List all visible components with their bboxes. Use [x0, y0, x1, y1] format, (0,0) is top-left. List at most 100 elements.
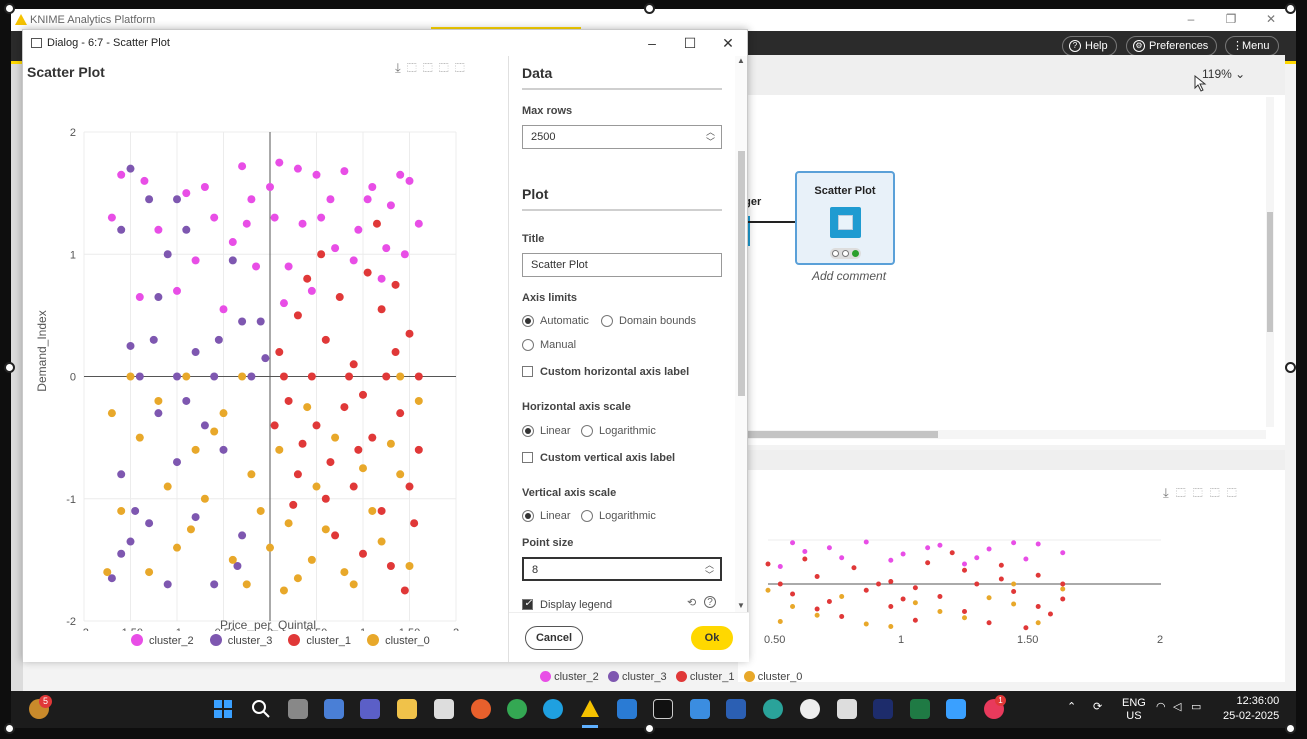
v-log-radio[interactable]: Logarithmic [581, 510, 656, 522]
task-view-icon[interactable] [288, 699, 308, 719]
axis-automatic-radio[interactable]: Automatic [522, 315, 589, 327]
lang-primary: ENG [1122, 697, 1146, 709]
maximize-dialog-icon[interactable]: ☐ [671, 30, 709, 56]
legend-item[interactable]: cluster_3 [209, 634, 272, 647]
scatter-plot-node[interactable]: Scatter Plot [795, 171, 895, 265]
canvas-horizontal-scrollbar[interactable] [738, 430, 1266, 439]
x-tick-label: 1 [360, 627, 366, 631]
clock[interactable]: 12:36:00 25-02-2025 [1223, 694, 1279, 724]
canvas-vertical-scrollbar[interactable] [1266, 97, 1274, 427]
ok-button[interactable]: Ok [691, 626, 733, 650]
preview-point [863, 621, 869, 627]
preview-point [888, 604, 894, 609]
scroll-up-icon[interactable]: ▲ [737, 56, 745, 65]
chevron-up-icon[interactable]: ⌃ [1067, 700, 1076, 713]
chrome-icon[interactable] [507, 699, 527, 719]
crop-handle[interactable] [4, 3, 15, 14]
crop-handle[interactable] [1285, 3, 1296, 14]
scatter-point [382, 244, 391, 253]
legend-item[interactable]: cluster_1 [288, 634, 351, 647]
scatter-chart[interactable]: -2-1.50-1-0.5000.5011.502210-1-2 Price_p… [23, 56, 508, 631]
info-icon[interactable]: ? [704, 596, 716, 608]
sync-icon[interactable]: ⟳ [1093, 700, 1102, 713]
view-toolbar-icons[interactable]: ⤓⬚⬚⬚⬚ [1163, 485, 1244, 501]
language-indicator[interactable]: ENG US [1122, 697, 1146, 723]
status-light-green [852, 250, 859, 257]
reset-icon[interactable]: ⟲ [687, 596, 696, 609]
scatter-point [154, 409, 163, 418]
close-app-icon[interactable]: ✕ [1251, 9, 1291, 31]
v-linear-radio[interactable]: Linear [522, 510, 571, 522]
axis-domain-radio[interactable]: Domain bounds [601, 315, 696, 327]
wifi-icon[interactable]: ◠ [1156, 700, 1166, 713]
settings-scrollbar[interactable]: ▲ ▼ [735, 56, 747, 612]
crop-handle[interactable] [644, 3, 655, 14]
scatter-point [117, 470, 126, 479]
point-size-input[interactable]: 8 ︿ ﹀ [522, 557, 722, 581]
legend-item[interactable]: cluster_2 [131, 634, 194, 647]
visual-studio-icon[interactable] [873, 699, 893, 719]
windows-start-icon[interactable] [213, 699, 233, 719]
axis-manual-radio[interactable]: Manual [522, 339, 576, 351]
photos-icon[interactable] [690, 699, 710, 719]
preview-point [937, 594, 943, 599]
volume-icon[interactable]: ◁ [1173, 700, 1181, 713]
preview-point [1035, 541, 1041, 547]
scatter-point [242, 219, 251, 228]
custom-vertical-label-checkbox[interactable]: Custom vertical axis label [522, 452, 675, 464]
app-icon[interactable] [800, 699, 820, 719]
teams-icon[interactable] [360, 699, 380, 719]
help-button[interactable]: ? Help [1062, 36, 1117, 56]
arduino-icon[interactable] [763, 699, 783, 719]
scatter-point [173, 458, 181, 467]
document-icon[interactable] [837, 699, 857, 719]
stepper-icon[interactable]: ︿ ﹀ [706, 127, 715, 147]
scatter-point [321, 335, 330, 344]
knime-taskbar-icon[interactable] [580, 699, 600, 719]
add-comment-link[interactable]: Add comment [812, 269, 886, 283]
cancel-button[interactable]: Cancel [525, 626, 583, 650]
h-log-radio[interactable]: Logarithmic [581, 425, 656, 437]
firefox-icon[interactable] [471, 699, 491, 719]
file-explorer-icon[interactable] [397, 699, 417, 719]
minimize-dialog-icon[interactable]: – [633, 30, 671, 56]
preview-point [900, 596, 906, 602]
legend-item[interactable]: cluster_0 [367, 634, 430, 647]
scatter-point [117, 506, 126, 515]
preferences-button[interactable]: ⚙ Preferences [1126, 36, 1218, 56]
max-rows-input[interactable]: 2500 ︿ ﹀ [522, 125, 722, 149]
crop-handle[interactable] [4, 362, 15, 373]
pycharm-icon[interactable] [653, 699, 673, 719]
preview-point [1035, 572, 1041, 578]
scroll-down-icon[interactable]: ▼ [737, 601, 745, 610]
scatter-point [307, 372, 316, 381]
restore-app-icon[interactable]: ❐ [1211, 9, 1251, 31]
vscode-icon[interactable] [617, 699, 637, 719]
search-icon[interactable] [251, 699, 271, 719]
crop-handle[interactable] [644, 723, 655, 734]
edge-icon[interactable] [543, 699, 563, 719]
zoom-dropdown[interactable]: 119% ⌄ [1202, 67, 1245, 81]
scatter-point [354, 445, 363, 454]
legend-swatch [131, 634, 143, 646]
notepad-icon[interactable] [946, 699, 966, 719]
battery-icon[interactable]: ▭ [1191, 700, 1201, 713]
crop-handle[interactable] [4, 723, 15, 734]
excel-icon[interactable] [910, 699, 930, 719]
stepper-icon[interactable]: ︿ ﹀ [705, 560, 714, 580]
close-dialog-icon[interactable]: ✕ [709, 30, 747, 56]
scatter-point [312, 421, 321, 430]
minimize-app-icon[interactable]: – [1171, 9, 1211, 31]
h-linear-radio[interactable]: Linear [522, 425, 571, 437]
menu-button[interactable]: ⋮ Menu [1225, 36, 1279, 56]
scatter-point [117, 549, 126, 558]
custom-horizontal-label-checkbox[interactable]: Custom horizontal axis label [522, 366, 689, 378]
title-input[interactable]: Scatter Plot [522, 253, 722, 277]
store-icon[interactable] [434, 699, 454, 719]
scatter-point [279, 586, 288, 595]
crop-handle[interactable] [1285, 723, 1296, 734]
copilot-icon[interactable] [324, 699, 344, 719]
word-icon[interactable] [726, 699, 746, 719]
crop-handle[interactable] [1285, 362, 1296, 373]
display-legend-checkbox[interactable]: Display legend [522, 598, 612, 611]
